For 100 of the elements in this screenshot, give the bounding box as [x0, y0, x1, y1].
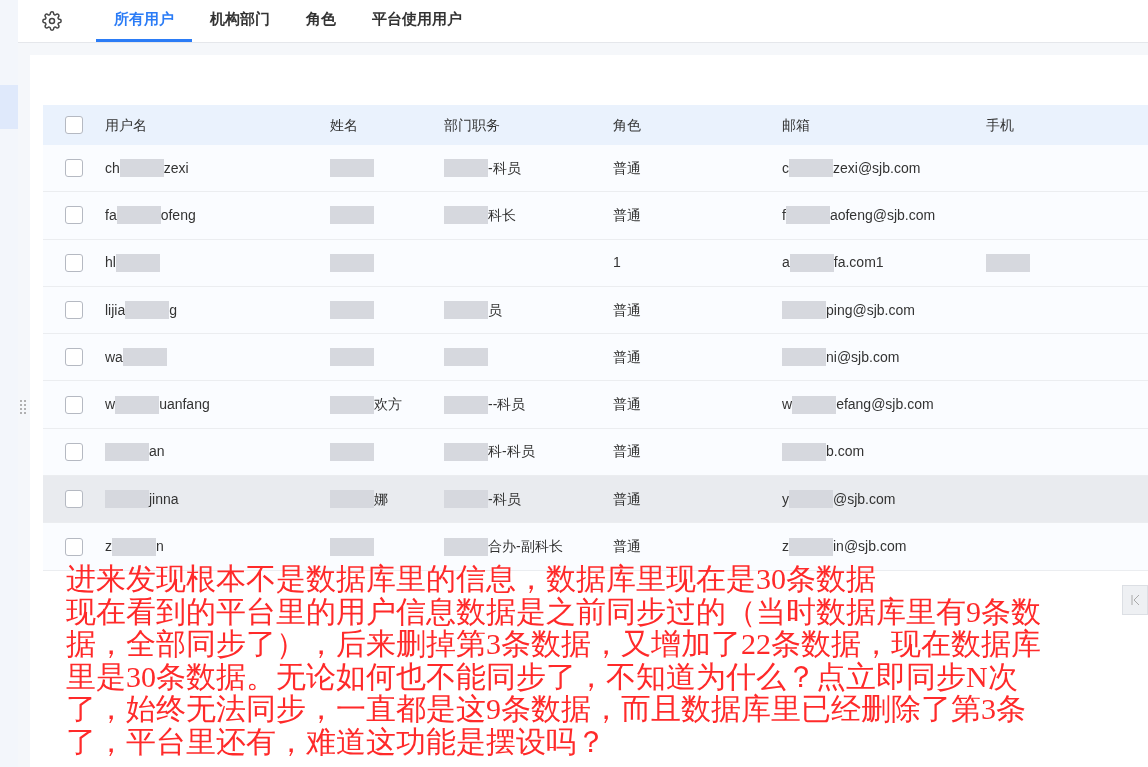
tab[interactable]: 机构部门 — [192, 0, 288, 42]
cell-text: w — [782, 395, 793, 415]
cell-text: hl — [105, 253, 116, 273]
checkbox[interactable] — [65, 348, 83, 367]
checkbox[interactable] — [65, 490, 83, 509]
tab[interactable]: 平台使用用户 — [354, 0, 480, 42]
redaction-block — [330, 537, 374, 556]
redaction-block — [986, 253, 1030, 272]
cell-text: @sjb.com — [833, 489, 896, 509]
table-row[interactable]: w uanfang 欢方 --科员 普通 w efang@sjb.com — [43, 381, 1148, 429]
table-row[interactable]: ch zexi -科员 普通 c zexi@sjb.com — [43, 145, 1148, 193]
collapse-icon — [1129, 594, 1141, 606]
cell-text: in@sjb.com — [833, 537, 907, 556]
cell-text: f — [782, 205, 786, 225]
cell-text: 普通 — [613, 395, 641, 415]
cell-text: an — [149, 442, 165, 462]
checkbox[interactable] — [65, 301, 83, 320]
tab[interactable]: 所有用户 — [96, 0, 192, 42]
checkbox[interactable] — [65, 206, 83, 225]
cell-text: a — [782, 253, 790, 273]
cell-text: 科长 — [488, 205, 516, 225]
cell-text: 欢方 — [374, 395, 402, 415]
redaction-block — [119, 159, 164, 178]
table-row[interactable]: hl 1 a fa.com1 — [43, 239, 1148, 287]
redaction-block — [330, 159, 374, 178]
cell-text: z — [105, 537, 112, 556]
cell-text: -科员 — [488, 489, 521, 509]
checkbox[interactable] — [65, 116, 83, 134]
cell-text: b.com — [826, 442, 865, 462]
table-row[interactable]: fa ofeng 科长 普通 f aofeng@sjb.com — [43, 192, 1148, 240]
redaction-block — [116, 206, 161, 225]
table-row[interactable]: wa 普通 ni@sjb.com — [43, 334, 1148, 382]
redaction-block — [330, 395, 374, 414]
cell-text: 科-科员 — [488, 442, 535, 462]
column-header: 姓名 — [330, 116, 358, 133]
table-row[interactable]: an 科-科员 普通 b.com — [43, 428, 1148, 477]
cell-text: w — [105, 395, 116, 415]
annotation-text: 了，始终无法同步，一直都是这9条数据，而且数据库里已经删除了第3条 — [66, 693, 1027, 726]
redaction-block — [330, 442, 374, 461]
checkbox[interactable] — [65, 442, 83, 461]
redaction-block — [444, 159, 488, 178]
cell-text: ping@sjb.com — [826, 300, 915, 320]
cell-text: uanfang — [159, 395, 210, 415]
cell-text: ofeng — [160, 205, 196, 225]
cell-text: lijia — [105, 300, 126, 320]
redaction-block — [444, 442, 488, 461]
cell-text: 普通 — [613, 347, 641, 367]
drag-handle-icon[interactable] — [20, 400, 26, 414]
column-header: 手机 — [986, 116, 1014, 133]
cell-text: 普通 — [613, 537, 641, 556]
cell-text: 普通 — [613, 158, 641, 178]
collapse-button[interactable] — [1122, 585, 1148, 615]
redaction-block — [444, 537, 488, 556]
checkbox[interactable] — [65, 159, 83, 178]
tab[interactable]: 角色 — [288, 0, 354, 42]
cell-text: 合办-副科长 — [488, 537, 563, 556]
redaction-block — [105, 442, 149, 461]
cell-text: zexi — [163, 158, 189, 178]
redaction-block — [789, 253, 834, 272]
settings-icon[interactable] — [42, 11, 62, 31]
cell-text: 普通 — [613, 300, 641, 320]
table-row[interactable]: jinna 娜 -科员 普通 y @sjb.com — [43, 476, 1148, 524]
checkbox[interactable] — [65, 537, 83, 556]
redaction-block — [444, 206, 488, 225]
cell-text: --科员 — [488, 395, 526, 415]
redaction-block — [789, 159, 833, 178]
redaction-block — [444, 348, 488, 367]
annotation-text: 里是30条数据。无论如何也不能同步了，不知道为什么？点立即同步N次 — [66, 660, 1019, 693]
redaction-block — [330, 348, 374, 367]
redaction-block — [330, 206, 374, 225]
cell-text: 普通 — [613, 442, 641, 462]
redaction-block — [789, 537, 833, 556]
column-header: 部门职务 — [444, 116, 500, 133]
checkbox[interactable] — [65, 253, 83, 272]
cell-text: ch — [105, 158, 120, 178]
redaction-block — [125, 301, 170, 320]
redaction-block — [785, 206, 830, 225]
redaction-block — [330, 253, 374, 272]
redaction-block — [444, 301, 488, 320]
cell-text: aofeng@sjb.com — [829, 205, 936, 225]
cell-text: -科员 — [488, 158, 521, 178]
cell-text: ni@sjb.com — [826, 347, 900, 367]
redaction-block — [330, 301, 374, 320]
cell-text: 普通 — [613, 205, 641, 225]
checkbox[interactable] — [65, 395, 83, 414]
cell-text: 娜 — [374, 489, 388, 509]
cell-text: 1 — [613, 253, 621, 273]
cell-text: z — [782, 537, 789, 556]
redaction-block — [792, 395, 837, 414]
cell-text: wa — [105, 347, 123, 367]
annotation-text: 据，全部同步了），后来删掉第3条数据，又增加了22条数据，现在数据库 — [66, 628, 1041, 661]
redaction-block — [782, 301, 826, 320]
table-row[interactable]: lijia g 员 普通 ping@sjb.com — [43, 286, 1148, 335]
annotation-text: 了，平台里还有，难道这功能是摆设吗？ — [66, 725, 607, 758]
cell-text: c — [782, 158, 789, 178]
cell-text: 普通 — [613, 489, 641, 509]
redaction-block — [122, 348, 167, 367]
redaction-block — [112, 537, 156, 556]
redaction-block — [782, 348, 826, 367]
redaction-block — [444, 395, 488, 414]
